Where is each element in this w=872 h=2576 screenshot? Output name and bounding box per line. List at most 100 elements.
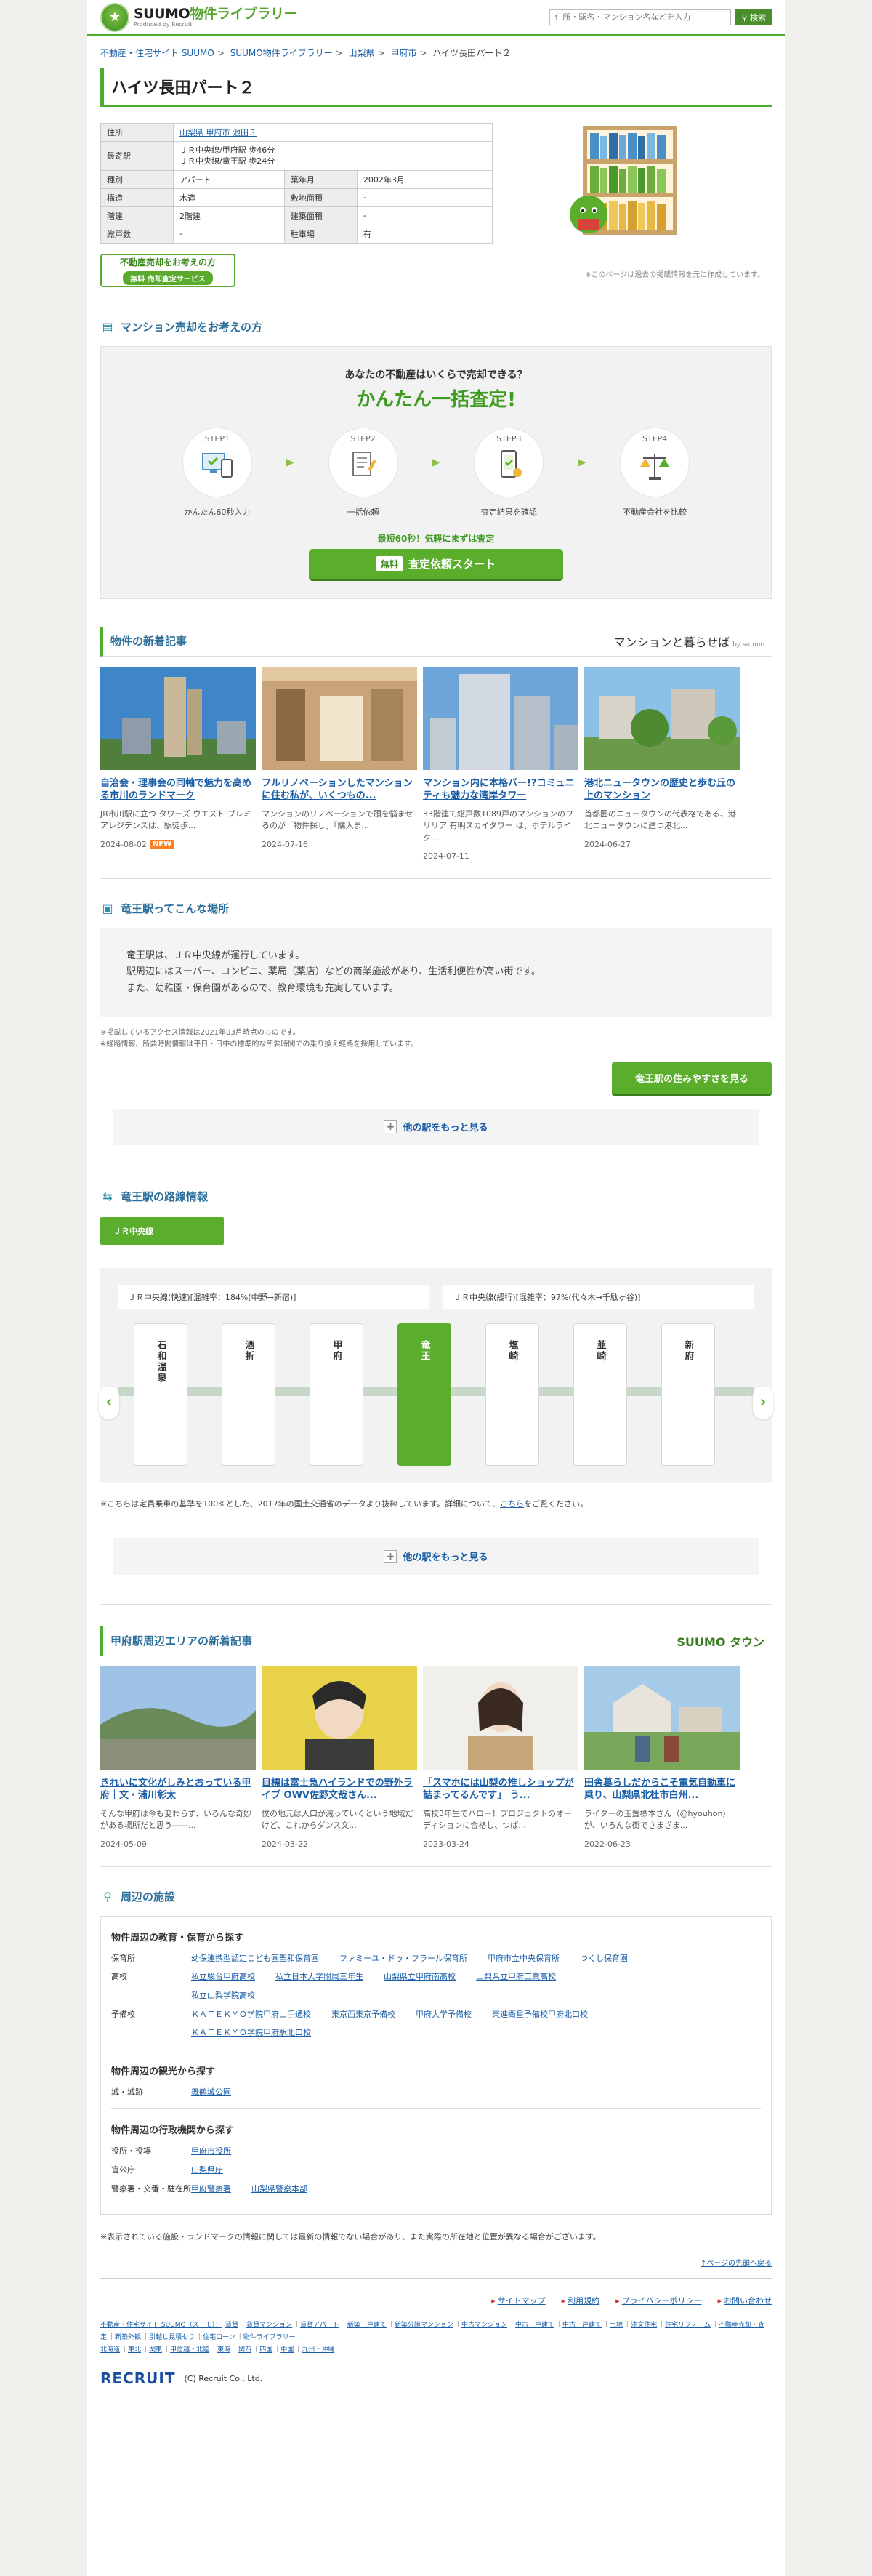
station-card[interactable]: 酒折 bbox=[222, 1323, 275, 1466]
facility-link[interactable]: 甲府市立中央保育所 bbox=[488, 1952, 560, 1965]
more-stations-button[interactable]: + 他の駅をもっと見る bbox=[113, 1538, 759, 1575]
facility-link[interactable]: 東京西東京予備校 bbox=[331, 2008, 395, 2021]
station-card[interactable]: 新府 bbox=[661, 1323, 715, 1466]
facility-link[interactable]: 私立日本大学附属三年生 bbox=[275, 1970, 363, 1983]
facility-link[interactable]: 山梨県庁 bbox=[191, 2164, 223, 2177]
footer-site-link[interactable]: 住宅ローン bbox=[203, 2334, 235, 2341]
footer-site-link[interactable]: 東北 bbox=[128, 2346, 141, 2354]
footer-site-link[interactable]: 四国 bbox=[259, 2346, 272, 2354]
breadcrumb-item[interactable]: 甲府市 bbox=[390, 48, 416, 58]
footer-site-link[interactable]: 新築一戸建て bbox=[347, 2322, 387, 2329]
line-tab-chuo[interactable]: ＪＲ中央線 bbox=[100, 1216, 224, 1245]
article-card[interactable]: 「スマホには山梨の推しショップが詰まってるんです」 う... 高校3年生でハロー… bbox=[423, 1666, 578, 1849]
breadcrumb-item[interactable]: 不動産・住宅サイト SUUMO bbox=[100, 48, 214, 58]
facility-link[interactable]: 甲府警察署 bbox=[191, 2183, 231, 2196]
facility-link[interactable]: 私立山梨学院高校 bbox=[191, 1989, 255, 2002]
logo-title: SUUMO物件ライブラリー bbox=[134, 5, 298, 22]
footer-site-link[interactable]: 賃貸マンション bbox=[246, 2322, 292, 2329]
facility-link[interactable]: ＫＡＴＥＫＹＯ学院甲府山手通校 bbox=[191, 2008, 311, 2021]
footer-site-link[interactable]: 注文住宅 bbox=[631, 2322, 657, 2329]
congestion-detail-link[interactable]: こちら bbox=[500, 1499, 524, 1509]
facility-link[interactable]: 幼保連携型認定こども園聖和保育園 bbox=[191, 1952, 319, 1965]
row-value: アパート bbox=[173, 169, 285, 189]
chevron-right-icon[interactable]: › bbox=[753, 1385, 773, 1419]
footer-site-link[interactable]: 東海 bbox=[217, 2346, 230, 2354]
station-description: 竜王駅は、ＪＲ中央線が運行しています。 駅周辺にはスーパー、コンビニ、薬局（薬店… bbox=[100, 928, 772, 1017]
footer-site-link[interactable]: 土地 bbox=[610, 2322, 623, 2329]
archive-note: ※このページは過去の掲載情報を元に作成しています。 bbox=[585, 271, 764, 279]
footer-link-contact[interactable]: お問い合わせ bbox=[717, 2295, 772, 2306]
breadcrumb-item[interactable]: 山梨県 bbox=[349, 48, 375, 58]
facility-link[interactable]: 甲府大学予備校 bbox=[416, 2008, 472, 2021]
facility-link[interactable]: ＫＡＴＥＫＹＯ学院甲府駅北口校 bbox=[191, 2026, 311, 2039]
footer-site-link[interactable]: 中古マンション bbox=[461, 2322, 507, 2329]
site-logo[interactable]: ★ SUUMO物件ライブラリー Produced by Recruit bbox=[100, 2, 298, 32]
suumo-town-logo[interactable]: SUUMO タウン bbox=[677, 1632, 764, 1650]
facility-link[interactable]: 私立駿台甲府高校 bbox=[191, 1970, 255, 1983]
footer-site-link[interactable]: 物件ライブラリー bbox=[243, 2334, 296, 2341]
station-card[interactable]: 甲府 bbox=[310, 1323, 363, 1466]
footer-site-link[interactable]: 九州・沖縄 bbox=[302, 2346, 334, 2354]
footer-link-privacy[interactable]: プライバシーポリシー bbox=[615, 2295, 702, 2306]
station-livability-button[interactable]: 竜王駅の住みやすさを見る bbox=[612, 1062, 772, 1094]
facility-row: 役所・役場 甲府市役所 bbox=[111, 2145, 761, 2158]
station-card[interactable]: 塩崎 bbox=[485, 1323, 539, 1466]
facility-row: 保育所 幼保連携型認定こども園聖和保育園 ファミーユ・ドゥ・フラール保育所 甲府… bbox=[111, 1952, 761, 1965]
assessment-start-button[interactable]: 無料 査定依頼スタート bbox=[309, 548, 563, 579]
facility-link[interactable]: つくし保育園 bbox=[580, 1952, 628, 1965]
address-link[interactable]: 山梨県 甲府市 池田３ bbox=[179, 128, 257, 137]
facility-link[interactable]: 山梨県警察本部 bbox=[251, 2183, 307, 2196]
footer-site-link[interactable]: 北海道 bbox=[100, 2346, 120, 2354]
assess-step: STEP3 査定結果を確認 bbox=[469, 427, 549, 518]
more-stations-button[interactable]: + 他の駅をもっと見る bbox=[113, 1108, 759, 1145]
site-header: ★ SUUMO物件ライブラリー Produced by Recruit ⚲ 検索 bbox=[87, 0, 785, 36]
footer-site-link[interactable]: 中国 bbox=[280, 2346, 294, 2354]
footer-site-link[interactable]: 新築外観 bbox=[115, 2334, 141, 2341]
facility-link[interactable]: 甲府市役所 bbox=[191, 2145, 231, 2158]
article-card[interactable]: フルリノベーションしたマンションに住む私が、いくつもの... マンションのリノベ… bbox=[262, 666, 417, 862]
article-card[interactable]: 田舎暮らしだからこそ電気自動車に乗り、山梨県北杜市白州... ライターの玉置標本… bbox=[584, 1666, 740, 1849]
footer-link-sitemap[interactable]: サイトマップ bbox=[491, 2295, 546, 2306]
search-input[interactable] bbox=[549, 9, 732, 25]
facility-link[interactable]: 山梨県立甲府南高校 bbox=[384, 1970, 456, 1983]
footer-site-link[interactable]: 賃貸アパート bbox=[300, 2322, 339, 2329]
station-card-current[interactable]: 竜王 bbox=[397, 1323, 451, 1466]
facility-link[interactable]: 山梨県立甲府工業高校 bbox=[476, 1970, 556, 1983]
train-icon: ▣ bbox=[102, 902, 113, 916]
footer-site-link[interactable]: 関西 bbox=[238, 2346, 251, 2354]
article-card[interactable]: きれいに文化がしみとおっている甲府｜文・浦川彰太 そんな甲府は今も変わらず、いろ… bbox=[100, 1666, 256, 1849]
station-card[interactable]: 韮崎 bbox=[573, 1323, 627, 1466]
facility-link[interactable]: 東進衛星予備校甲府北口校 bbox=[492, 2008, 588, 2021]
footer-site-link[interactable]: 新築分譲マンション bbox=[395, 2322, 453, 2329]
footer-site-link[interactable]: 引越し見積もり bbox=[149, 2334, 195, 2341]
footer-link-terms[interactable]: 利用規約 bbox=[562, 2295, 600, 2306]
footer-site-link[interactable]: 不動産・住宅サイト SUUMO（スーモ）： bbox=[100, 2322, 222, 2329]
station-card[interactable]: 石和温泉 bbox=[134, 1323, 187, 1466]
footer-site-link[interactable]: 賃貸 bbox=[225, 2322, 238, 2329]
article-card[interactable]: 自治会・理事会の同軸で魅力を高める市川のランドマーク JR市川駅に立つ タワーズ… bbox=[100, 666, 256, 862]
recruit-logo[interactable]: RECRUIT bbox=[100, 2370, 175, 2387]
breadcrumb-item[interactable]: SUUMO物件ライブラリー bbox=[230, 48, 333, 58]
article-image bbox=[423, 666, 578, 770]
chevron-left-icon[interactable]: ‹ bbox=[99, 1385, 119, 1419]
brand-logo[interactable]: マンションと暮らせば by suumo bbox=[613, 633, 764, 650]
footer-site-link[interactable]: 中古一戸建て bbox=[515, 2322, 554, 2329]
footer-site-link[interactable]: 関東 bbox=[149, 2346, 162, 2354]
article-card[interactable]: マンション内に本格バー!?コミュニティも魅力な湾岸タワー 33階建て総戸数108… bbox=[423, 666, 578, 861]
balance-scale-icon bbox=[640, 453, 670, 480]
station-access: ＪＲ中央線/竜王駅 歩24分 bbox=[179, 156, 275, 166]
back-to-top-link[interactable]: ↑ページの先頭へ戻る bbox=[701, 2260, 772, 2268]
footer-site-link[interactable]: 甲信越・北陸 bbox=[170, 2346, 209, 2354]
article-image bbox=[100, 1666, 256, 1770]
search-button[interactable]: ⚲ 検索 bbox=[735, 9, 772, 25]
footer-site-link[interactable]: 中古一戸建て bbox=[562, 2322, 602, 2329]
facility-link[interactable]: 舞鶴城公園 bbox=[191, 2086, 231, 2099]
footer-site-link[interactable]: 住宅リフォーム bbox=[665, 2322, 711, 2329]
sell-assessment-button[interactable]: 不動産売却をお考えの方 無料 売却査定サービス bbox=[100, 253, 235, 287]
facility-link[interactable]: ファミーユ・ドゥ・フラール保育所 bbox=[339, 1952, 467, 1965]
article-card[interactable]: 港北ニュータウンの歴史と歩む丘の上のマンション 首都圏のニュータウンの代表格であ… bbox=[584, 666, 740, 862]
breadcrumb-current: ハイツ長田パート２ bbox=[432, 48, 512, 58]
assess-step: STEP1 かんたん60秒入力 bbox=[177, 427, 257, 518]
facility-footnote: ※表示されている施設・ランドマークの情報に関しては最新の情報でない場合があり、ま… bbox=[100, 2232, 601, 2242]
article-card[interactable]: 目標は富士急ハイランドでの野外ライブ OWV佐野文哉さん... 僕の地元は人口が… bbox=[262, 1666, 417, 1849]
